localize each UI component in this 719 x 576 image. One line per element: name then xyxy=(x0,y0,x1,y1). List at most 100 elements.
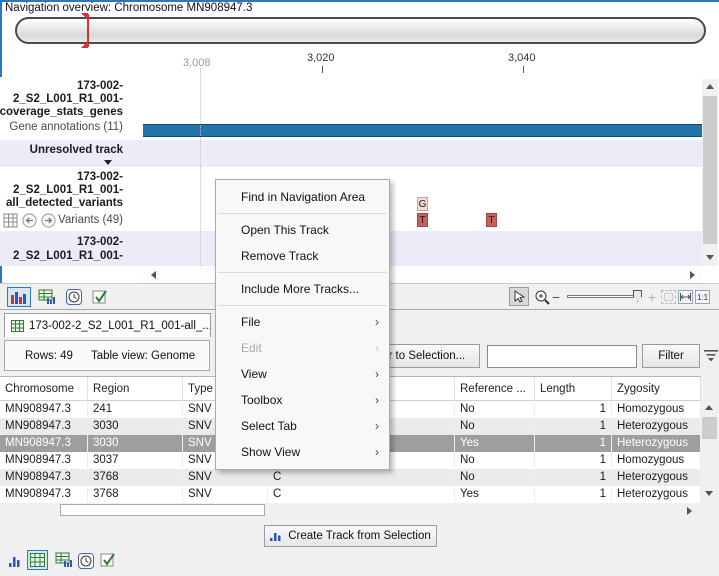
track-unresolved[interactable]: Unresolved track xyxy=(0,140,702,167)
cell: MN908947.3 xyxy=(0,452,88,469)
cell: 3037 xyxy=(88,452,183,469)
table-chart-view-icon[interactable] xyxy=(53,551,74,569)
scroll-up-icon[interactable] xyxy=(702,79,718,94)
validate-check-icon[interactable] xyxy=(90,288,110,306)
chevron-right-icon: › xyxy=(375,387,379,413)
cell: C xyxy=(268,486,455,503)
table-vertical-scrollbar[interactable] xyxy=(701,400,718,502)
zoom-in-magnifier-icon[interactable] xyxy=(532,287,552,306)
cell: MN908947.3 xyxy=(0,401,88,418)
menu-item-select-tab[interactable]: Select Tab› xyxy=(216,413,389,439)
scroll-right-icon[interactable] xyxy=(681,503,697,518)
cell: Heterozygous xyxy=(612,486,701,503)
menu-item-find-in-navigation-area[interactable]: Find in Navigation Area xyxy=(216,184,389,210)
tracks-vertical-scrollbar[interactable] xyxy=(702,79,718,266)
table-horizontal-scrollbar[interactable] xyxy=(0,503,701,517)
filter-button[interactable]: Filter xyxy=(642,344,700,368)
table-view-icon-selected[interactable] xyxy=(27,550,48,570)
cell: C xyxy=(268,469,455,486)
zoom-in-plus-icon[interactable]: + xyxy=(648,290,656,304)
position-gridline xyxy=(200,68,201,266)
circle-arrow-right-icon[interactable] xyxy=(41,213,56,228)
create-track-button-label: Create Track from Selection xyxy=(288,530,431,542)
track-view-icon[interactable] xyxy=(7,553,23,568)
variant-base-t[interactable]: T xyxy=(417,213,428,227)
col-header-chromosome[interactable]: Chromosome xyxy=(0,377,88,401)
col-header-reference[interactable]: Reference ... xyxy=(455,377,535,401)
ruler-tick-3020: 3,020 xyxy=(307,52,335,64)
menu-separator xyxy=(218,272,387,273)
table-icon xyxy=(11,320,24,332)
menu-item-label: Edit xyxy=(241,341,262,355)
history-clock-icon[interactable] xyxy=(77,552,95,569)
scroll-up-icon[interactable] xyxy=(701,400,717,415)
navigation-overview-title: Navigation overview: Chromosome MN908947… xyxy=(5,2,252,15)
chevron-right-icon: › xyxy=(375,361,379,387)
track-label-line: coverage_stats_genes xyxy=(0,106,123,118)
track-label-line: 173-002- xyxy=(77,236,123,248)
menu-item-open-this-track[interactable]: Open This Track xyxy=(216,217,389,243)
table-row[interactable]: MN908947.33768SNVCNo1Heterozygous xyxy=(0,469,701,486)
navigation-overview-slider[interactable] xyxy=(15,17,706,44)
scrollbar-thumb[interactable] xyxy=(60,504,265,516)
cell: No xyxy=(455,452,535,469)
menu-item-include-more-tracks[interactable]: Include More Tracks... xyxy=(216,276,389,302)
ruler-tick-3008: 3,008 xyxy=(183,57,211,69)
menu-item-toolbox[interactable]: Toolbox› xyxy=(216,387,389,413)
cell: MN908947.3 xyxy=(0,486,88,503)
gene-annotation-bar[interactable] xyxy=(143,124,702,137)
table-view-mode-icon[interactable] xyxy=(36,287,58,307)
validate-check-icon[interactable] xyxy=(99,551,118,568)
one-to-one-zoom-icon[interactable]: 1:1 xyxy=(695,290,710,304)
variant-base-t[interactable]: T xyxy=(486,213,497,227)
col-header-zygosity[interactable]: Zygosity xyxy=(612,377,701,401)
cell: 1 xyxy=(535,486,612,503)
fit-width-icon[interactable] xyxy=(678,290,693,304)
circle-arrow-left-icon[interactable] xyxy=(22,213,37,228)
cell: Yes xyxy=(455,435,535,452)
cell: Heterozygous xyxy=(612,469,701,486)
variant-base-g[interactable]: G xyxy=(417,197,428,211)
tab-variant-table[interactable]: 173-002-2_S2_L001_R1_001-all_... xyxy=(4,313,211,337)
cell: Homozygous xyxy=(612,401,701,418)
menu-item-view[interactable]: View› xyxy=(216,361,389,387)
scroll-left-icon[interactable] xyxy=(145,267,161,282)
col-header-length[interactable]: Length xyxy=(535,377,612,401)
zoom-slider[interactable] xyxy=(567,295,639,298)
genome-browser-window: Navigation overview: Chromosome MN908947… xyxy=(0,0,719,576)
scrollbar-thumb[interactable] xyxy=(703,96,717,244)
scroll-down-icon[interactable] xyxy=(702,250,718,265)
ruler-tick-3040: 3,040 xyxy=(508,52,536,64)
menu-item-file[interactable]: File› xyxy=(216,309,389,335)
history-clock-icon[interactable] xyxy=(64,288,84,306)
cell: MN908947.3 xyxy=(0,418,88,435)
scrollbar-thumb[interactable] xyxy=(702,417,717,439)
track-subtitle: Gene annotations (11) xyxy=(9,121,123,133)
cell: 3030 xyxy=(88,435,183,452)
track-subtitle: Variants (49) xyxy=(58,214,123,226)
track-label-line: 2_S2_L001_R1_001- xyxy=(13,250,123,262)
menu-item-label: File xyxy=(241,315,260,329)
chevron-right-icon: › xyxy=(375,439,379,465)
menu-item-remove-track[interactable]: Remove Track xyxy=(216,243,389,269)
create-track-from-selection-button[interactable]: Create Track from Selection xyxy=(264,525,437,547)
cell: 1 xyxy=(535,435,612,452)
menu-item-label: Show View xyxy=(241,445,300,459)
filter-search-input[interactable] xyxy=(487,345,637,368)
menu-item-show-view[interactable]: Show View › xyxy=(216,439,389,465)
scroll-down-icon[interactable] xyxy=(701,486,717,501)
expand-triangle-icon[interactable] xyxy=(104,160,112,165)
zoom-out-minus-icon[interactable]: − xyxy=(552,290,560,304)
cell: MN908947.3 xyxy=(0,435,88,452)
track-label: Unresolved track xyxy=(30,144,123,156)
grid-icon[interactable] xyxy=(3,213,18,228)
funnel-filter-icon[interactable] xyxy=(704,348,718,362)
cursor-arrow-icon[interactable] xyxy=(509,287,529,306)
cell: Heterozygous xyxy=(612,435,701,452)
scroll-right-icon[interactable] xyxy=(684,267,700,282)
track-view-mode-icon[interactable] xyxy=(7,287,31,307)
table-row[interactable]: MN908947.33768SNVCYes1Heterozygous xyxy=(0,486,701,503)
menu-separator xyxy=(218,213,387,214)
col-header-region[interactable]: Region xyxy=(88,377,183,401)
cell: SNV xyxy=(183,469,268,486)
